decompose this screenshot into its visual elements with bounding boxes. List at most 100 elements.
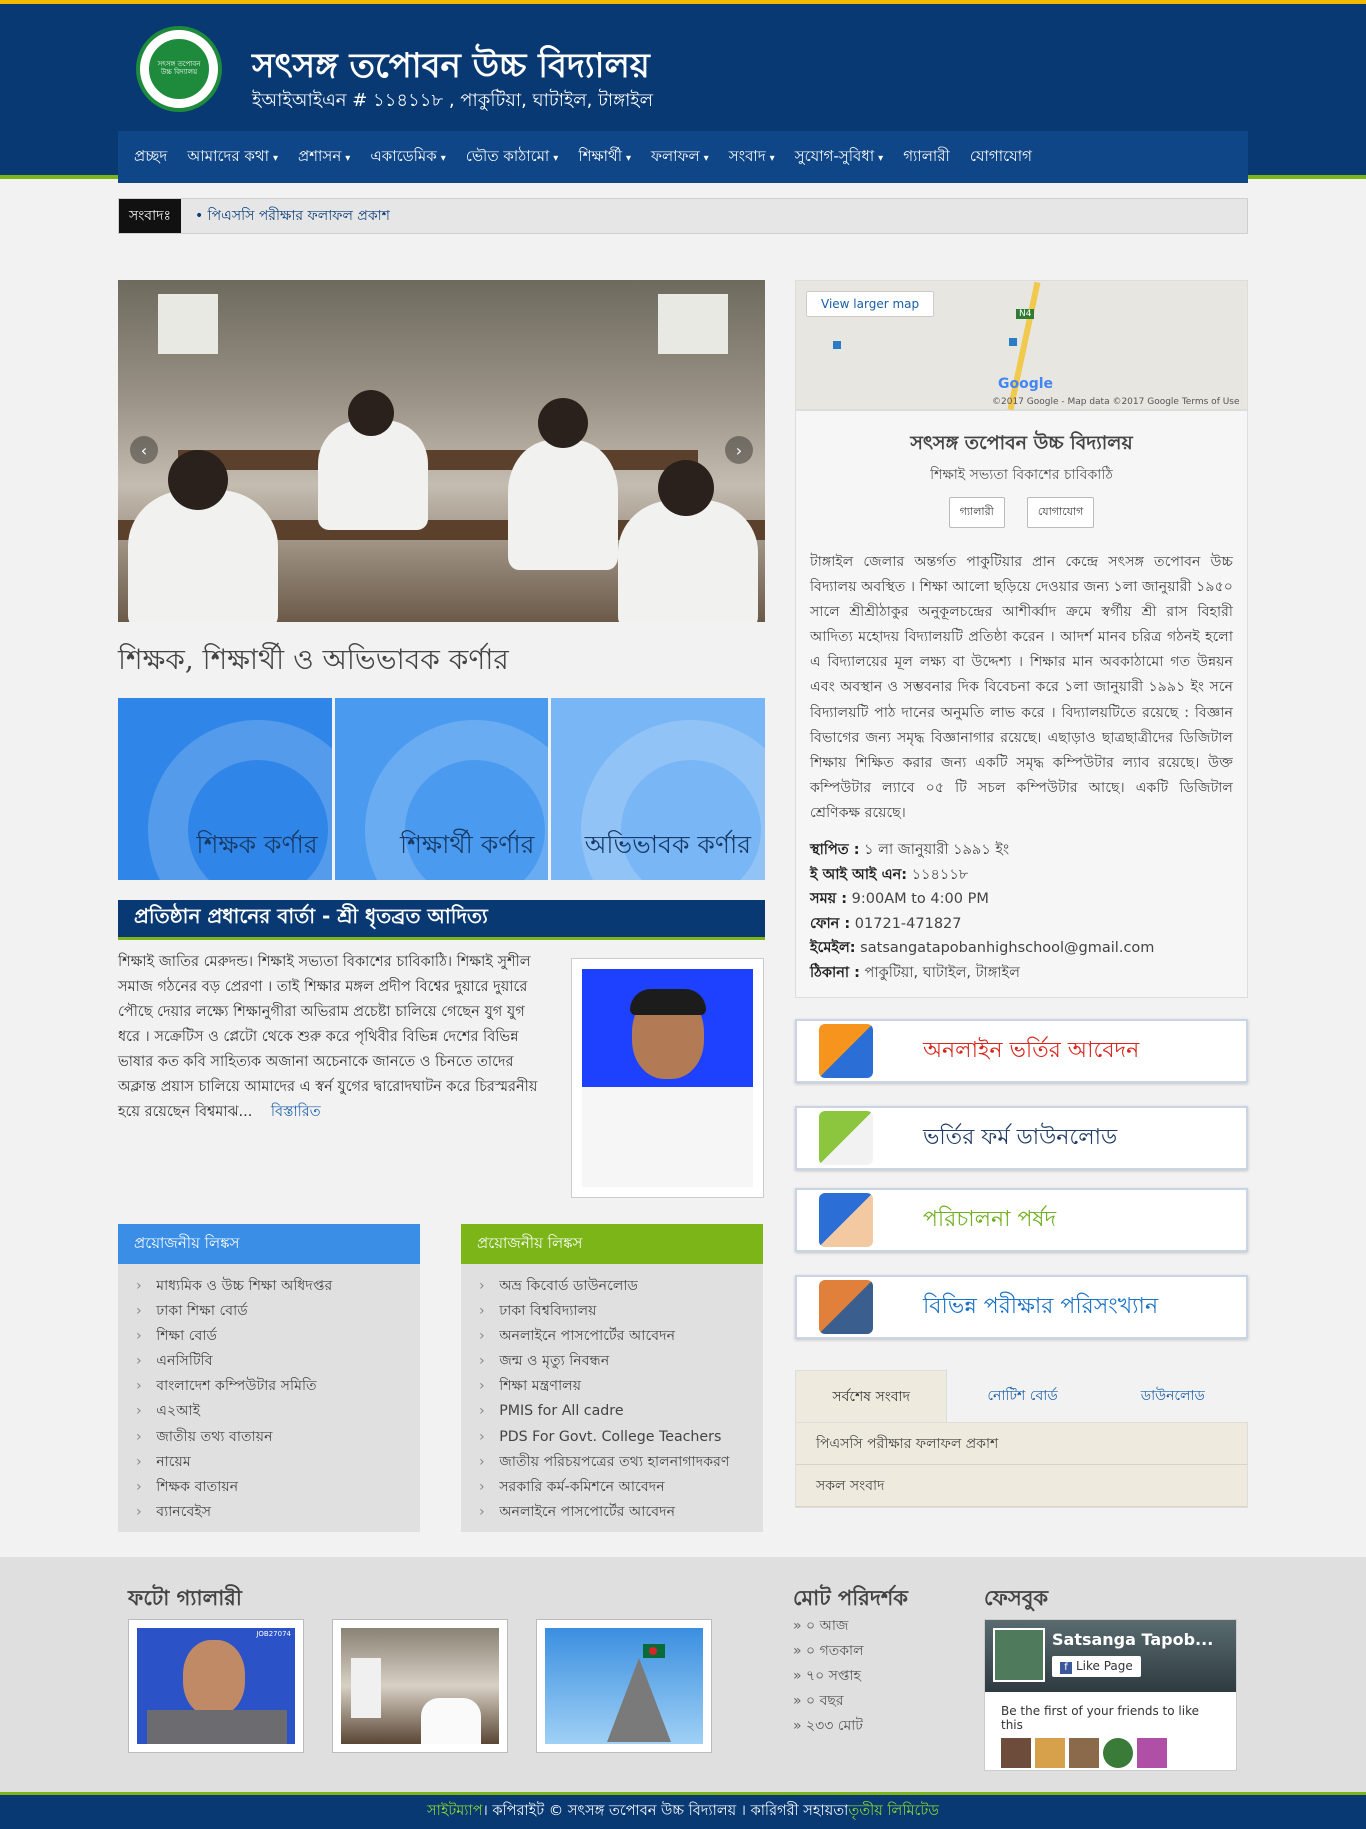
slider-student-head (538, 398, 588, 448)
gallery-thumb-image (545, 1628, 703, 1744)
link-item[interactable]: PMIS for All cadre (479, 1399, 745, 1424)
cta-button[interactable]: পরিচালনা পর্ষদ (795, 1188, 1248, 1252)
site-header: সৎসঙ্গ তপোবন উচ্চ বিদ্যালয় সৎসঙ্গ তপোবন… (0, 4, 1366, 183)
corner-tile[interactable]: শিক্ষক কর্ণার (118, 698, 332, 880)
tab-1[interactable]: নোটিশ বোর্ড (947, 1370, 1097, 1422)
link-item[interactable]: জন্ম ও মৃত্যু নিবন্ধন (479, 1349, 745, 1374)
school-logo[interactable]: সৎসঙ্গ তপোবন উচ্চ বিদ্যালয় (136, 26, 222, 112)
link-item[interactable]: এনসিটিবি (136, 1349, 402, 1374)
link-item[interactable]: সরকারি কর্ম-কমিশনে আবেদন (479, 1475, 745, 1500)
link-item[interactable]: শিক্ষা বোর্ড (136, 1324, 402, 1349)
nav-item[interactable]: ভৌত কাঠামো ▾ (466, 145, 559, 170)
link-item[interactable]: শিক্ষক বাতায়ন (136, 1475, 402, 1500)
link-item[interactable]: অভ্র কিবোর্ড ডাউনলোড (479, 1274, 745, 1299)
nav-item[interactable]: একাডেমিক ▾ (370, 145, 445, 170)
gallery-thumb-image (341, 1628, 499, 1744)
slider-next-icon[interactable]: › (725, 436, 753, 464)
tab-2[interactable]: ডাউনলোড (1098, 1370, 1248, 1422)
image-slider[interactable]: ‹ › (118, 280, 765, 622)
map-road-label: N4 (1016, 309, 1035, 319)
nav-item[interactable]: সংবাদ ▾ (729, 145, 775, 170)
cta-button[interactable]: বিভিন্ন পরীক্ষার পরিসংখ্যান (795, 1275, 1248, 1339)
fb-friend-avatar[interactable] (1001, 1738, 1031, 1768)
tab-news-item[interactable]: পিএসসি পরীক্ষার ফলাফল প্রকাশ (796, 1423, 1247, 1465)
link-item[interactable]: অনলাইনে পাসপোর্টের আবেদন (479, 1500, 745, 1525)
link-item[interactable]: ঢাকা বিশ্ববিদ্যালয় (479, 1299, 745, 1324)
nav-item-label: প্রশাসন (297, 146, 342, 165)
link-item[interactable]: এ২আই (136, 1399, 402, 1424)
info-slogan: শিক্ষাই সভ্যতা বিকাশের চাবিকাঠি (930, 467, 1113, 483)
nav-item[interactable]: আমাদের কথা ▾ (187, 145, 278, 170)
tab-news-item[interactable]: সকল সংবাদ (796, 1465, 1247, 1507)
fb-friend-avatar[interactable] (1103, 1738, 1133, 1768)
gallery-thumb[interactable]: JOB27074 (128, 1619, 304, 1753)
cta-button[interactable]: অনলাইন ভর্তির আবেদন (795, 1019, 1248, 1083)
gallery-thumb[interactable] (536, 1619, 712, 1753)
google-logo: Google (998, 376, 1054, 392)
fb-friend-avatar[interactable] (1069, 1738, 1099, 1768)
slider-student-head (348, 390, 394, 436)
fact-value: ১১৪১১৮ (907, 866, 969, 883)
fb-like-button[interactable]: f Like Page (1052, 1656, 1141, 1677)
link-item[interactable]: জাতীয় তথ্য বাতায়ন (136, 1425, 402, 1450)
nav-item[interactable]: প্রশাসন ▾ (298, 145, 350, 170)
slider-window (658, 294, 728, 354)
google-map[interactable]: N4 View larger map Google ©2017 Google -… (795, 280, 1248, 411)
fact-value: 01721-471827 (850, 915, 962, 932)
news-ticker-item[interactable]: পিএসসি পরীক্ষার ফলাফল প্রকাশ (195, 204, 390, 228)
nav-item-label: ফলাফল (651, 146, 700, 165)
corner-tile[interactable]: শিক্ষার্থী কর্ণার (334, 698, 549, 880)
gallery-thumb-image: JOB27074 (137, 1628, 295, 1744)
thumb-figure (351, 1658, 381, 1718)
nav-item[interactable]: গ্যালারী (903, 145, 950, 170)
cta-button[interactable]: ভর্তির ফর্ম ডাউনলোড (795, 1106, 1248, 1170)
link-item[interactable]: জাতীয় পরিচয়পত্রের তথ্য হালনাগাদকরণ (479, 1450, 745, 1475)
vendor-link[interactable]: তৃতীয় লিমিটেড (848, 1800, 939, 1824)
fb-faces (985, 1738, 1236, 1768)
link-item[interactable]: অনলাইনে পাসপোর্টের আবেদন (479, 1324, 745, 1349)
tab-body: পিএসসি পরীক্ষার ফলাফল প্রকাশ সকল সংবাদ (795, 1422, 1248, 1508)
slider-student (128, 490, 278, 622)
thumb-monument (607, 1658, 671, 1742)
view-larger-map-button[interactable]: View larger map (806, 291, 935, 317)
fb-page-picture[interactable] (993, 1628, 1045, 1682)
nav-item[interactable]: ফলাফল ▾ (651, 145, 709, 170)
link-item[interactable]: মাধ্যমিক ও উচ্চ শিক্ষা অধিদপ্তর (136, 1274, 402, 1299)
read-more-link[interactable]: বিস্তারিত (271, 1104, 321, 1120)
link-item[interactable]: PDS For Govt. College Teachers (479, 1425, 745, 1450)
cta-icon (819, 1193, 873, 1247)
nav-item-label: একাডেমিক (370, 146, 437, 165)
cta-icon (819, 1111, 873, 1165)
link-item[interactable]: বাংলাদেশ কম্পিউটার সমিতি (136, 1374, 402, 1399)
link-item[interactable]: ব্যানবেইস (136, 1500, 402, 1525)
fb-friend-avatar[interactable] (1137, 1738, 1167, 1768)
nav-item-label: সুযোগ-সুবিধা (794, 146, 875, 165)
sitemap-link[interactable]: সাইটম্যাপ (427, 1800, 483, 1824)
link-item[interactable]: ঢাকা শিক্ষা বোর্ড (136, 1299, 402, 1324)
cta-label: পরিচালনা পর্ষদ (923, 1206, 1057, 1232)
fb-page-name[interactable]: Satsanga Tapob... (1052, 1630, 1213, 1649)
nav-item[interactable]: যোগাযোগ (970, 145, 1032, 170)
fb-friend-avatar[interactable] (1035, 1738, 1065, 1768)
gallery-button[interactable]: গ্যালারী (948, 497, 1005, 528)
visitor-stat: ৭০ সপ্তাহ (793, 1664, 864, 1689)
fb-cover: Satsanga Tapob... f Like Page (985, 1620, 1236, 1692)
fb-first-friend-text: Be the first of your friends to like thi… (1001, 1704, 1199, 1732)
thumb-face (183, 1640, 245, 1716)
slider-student-head (168, 450, 228, 510)
fact-value: satsangatapobanhighschool@gmail.com (855, 940, 1155, 957)
visitor-stat: ০ গতকাল (793, 1639, 864, 1664)
corner-tile[interactable]: অভিভাবক কর্ণার (551, 698, 766, 880)
nav-item[interactable]: সুযোগ-সুবিধা ▾ (795, 145, 884, 170)
fact-value: ১ লা জানুয়ারী ১৯৯১ ইং (859, 842, 1010, 859)
nav-item[interactable]: শিক্ষার্থী ▾ (578, 145, 631, 170)
slider-window (158, 294, 218, 354)
link-item[interactable]: শিক্ষা মন্ত্রণালয় (479, 1374, 745, 1399)
contact-button[interactable]: যোগাযোগ (1026, 497, 1095, 528)
tab-0[interactable]: সর্বশেষ সংবাদ (795, 1370, 948, 1422)
slider-prev-icon[interactable]: ‹ (130, 436, 158, 464)
photo-shirt (582, 1087, 753, 1187)
gallery-thumb[interactable] (332, 1619, 508, 1753)
nav-item[interactable]: প্রচ্ছদ (134, 145, 167, 170)
link-item[interactable]: নায়েম (136, 1450, 402, 1475)
